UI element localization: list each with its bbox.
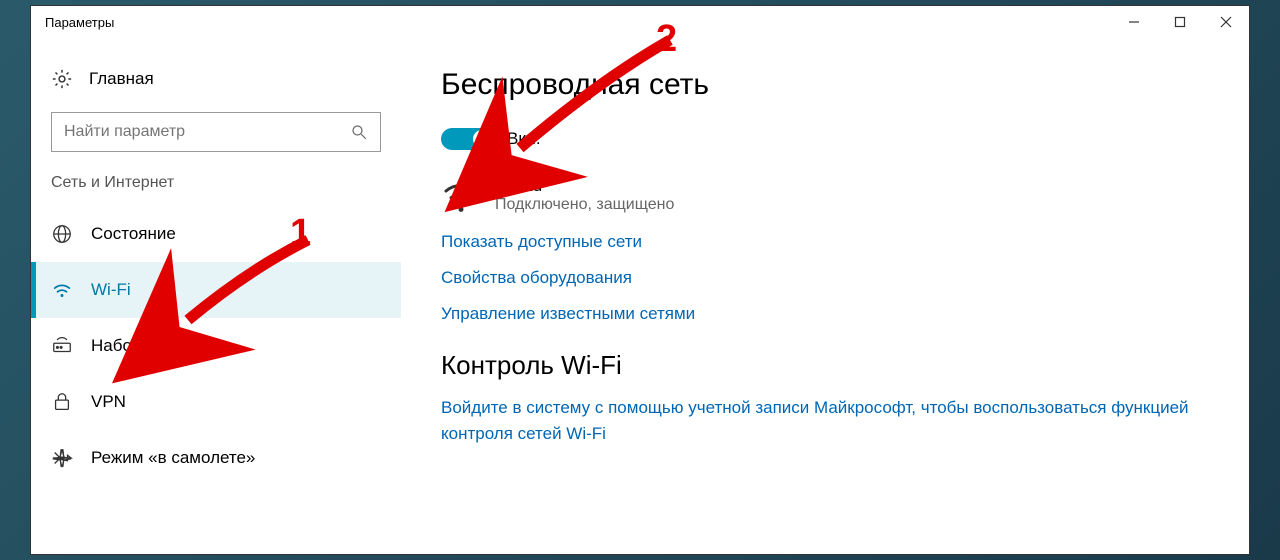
nav-label: Режим «в самолете» (91, 448, 255, 468)
airplane-icon (51, 447, 73, 469)
nav-item-wifi[interactable]: Wi-Fi (31, 262, 401, 318)
nav-label: Состояние (91, 224, 176, 244)
sidebar: Главная Сеть и Интернет Состояние (31, 38, 401, 554)
wifi-toggle-row: Вкл. (441, 128, 1209, 150)
nav-item-vpn[interactable]: VPN (31, 374, 401, 430)
search-box[interactable] (51, 112, 381, 152)
link-show-networks[interactable]: Показать доступные сети (441, 232, 1209, 252)
titlebar: Параметры (31, 6, 1249, 38)
page-heading: Беспроводная сеть (441, 68, 1209, 102)
nav-item-status[interactable]: Состояние (31, 206, 401, 262)
vpn-icon (51, 391, 73, 413)
dialup-icon (51, 335, 73, 357)
link-manage-known[interactable]: Управление известными сетями (441, 304, 1209, 324)
nav-item-airplane[interactable]: Режим «в самолете» (31, 430, 401, 486)
connected-network[interactable]: Ku-Ku Подключено, защищено (441, 176, 1209, 216)
window-title: Параметры (45, 15, 114, 30)
nav-label: Wi-Fi (91, 280, 131, 300)
maximize-button[interactable] (1157, 6, 1203, 38)
content: Главная Сеть и Интернет Состояние (31, 38, 1249, 554)
network-name: Ku-Ku (495, 176, 674, 196)
gear-icon (51, 68, 73, 90)
minimize-button[interactable] (1111, 6, 1157, 38)
main-panel: Беспроводная сеть Вкл. Ku-Ku Подключено (401, 38, 1249, 554)
settings-window: Параметры Главная (30, 5, 1250, 555)
search-input[interactable] (64, 123, 350, 141)
close-button[interactable] (1203, 6, 1249, 38)
section2-body[interactable]: Войдите в систему с помощью учетной запи… (441, 395, 1209, 446)
wifi-icon (51, 279, 73, 301)
window-controls (1111, 6, 1249, 38)
nav-label: Набор номера (91, 336, 205, 356)
home-label: Главная (89, 69, 154, 89)
wifi-signal-icon (441, 176, 481, 216)
link-hardware-props[interactable]: Свойства оборудования (441, 268, 1209, 288)
network-status: Подключено, защищено (495, 196, 674, 214)
nav-label: VPN (91, 392, 126, 412)
nav-item-dialup[interactable]: Набор номера (31, 318, 401, 374)
search-icon (350, 123, 368, 141)
home-button[interactable]: Главная (31, 68, 401, 112)
section-label: Сеть и Интернет (31, 174, 401, 206)
globe-icon (51, 223, 73, 245)
wifi-toggle[interactable] (441, 128, 493, 150)
network-info: Ku-Ku Подключено, защищено (495, 176, 674, 216)
wifi-toggle-label: Вкл. (507, 129, 541, 149)
section2-heading: Контроль Wi-Fi (441, 350, 1209, 381)
